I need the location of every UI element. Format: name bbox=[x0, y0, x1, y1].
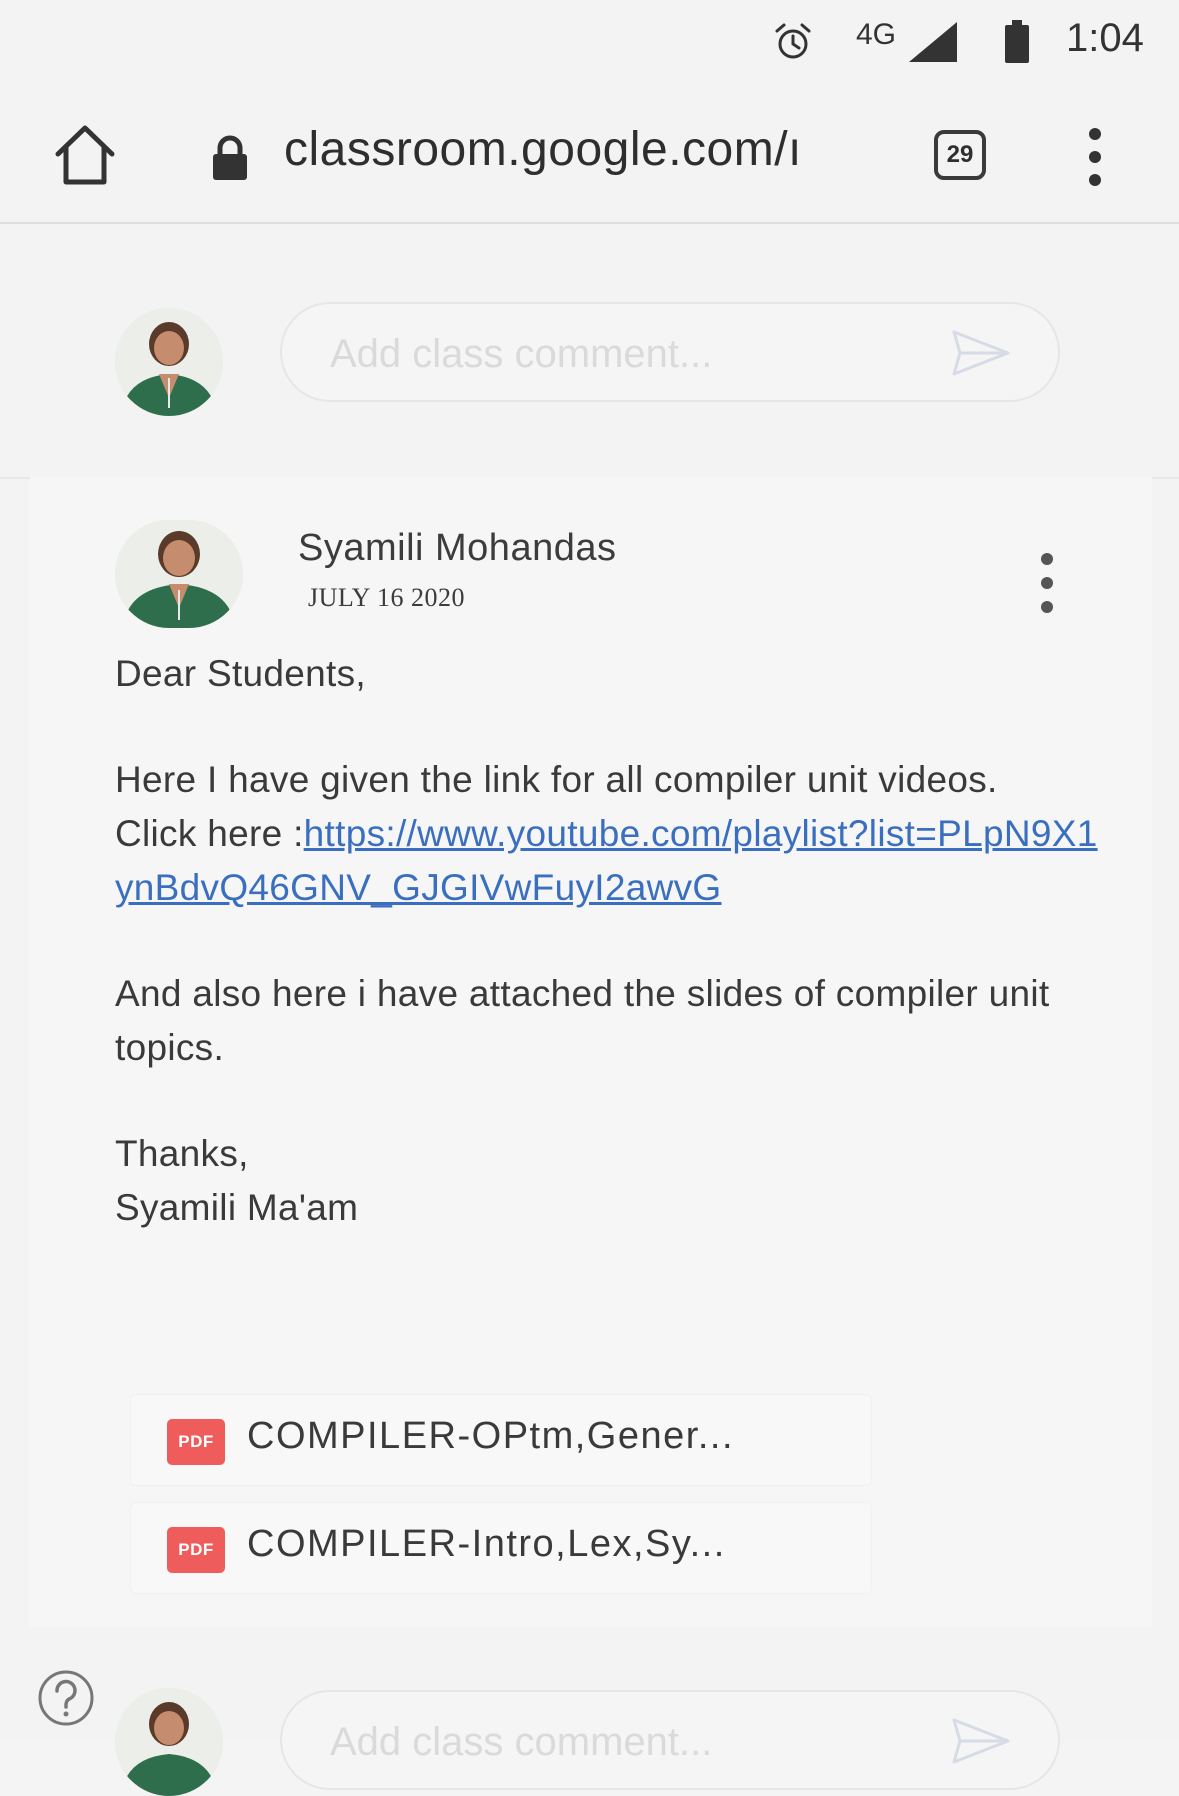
pdf-icon: PDF bbox=[167, 1527, 225, 1573]
clock: 1:04 bbox=[1066, 16, 1144, 60]
lock-icon bbox=[213, 135, 247, 180]
announcement-post: Syamili Mohandas JULY 16 2020 Dear Stude… bbox=[30, 477, 1152, 1627]
pdf-icon: PDF bbox=[167, 1419, 225, 1465]
attachment-1[interactable]: PDF COMPILER-OPtm,Gener... bbox=[130, 1394, 872, 1486]
attachment-2[interactable]: PDF COMPILER-Intro,Lex,Sy... bbox=[130, 1502, 872, 1594]
signature: Syamili Ma'am bbox=[115, 1187, 359, 1228]
class-comment-field[interactable] bbox=[280, 302, 1060, 402]
body-line-1: Here I have given the link for all compi… bbox=[115, 759, 998, 800]
link-paragraph: Click here :https://www.youtube.com/play… bbox=[115, 807, 1115, 915]
link-prefix: Click here : bbox=[115, 813, 304, 854]
screen: 4G 1:04 classroom.google.com/ı 29 Add cl… bbox=[0, 0, 1179, 1796]
browser-toolbar: classroom.google.com/ı 29 bbox=[0, 100, 1179, 224]
attachment-name: COMPILER-OPtm,Gener... bbox=[247, 1415, 734, 1457]
post-date: JULY 16 2020 bbox=[308, 583, 465, 612]
class-comment-row bbox=[0, 222, 1179, 479]
avatar bbox=[115, 1688, 223, 1796]
help-icon[interactable] bbox=[36, 1668, 96, 1728]
send-icon[interactable] bbox=[950, 328, 1012, 378]
status-bar: 4G 1:04 bbox=[0, 0, 1179, 90]
class-comment-input[interactable] bbox=[328, 326, 892, 382]
tabs-icon[interactable]: 29 bbox=[934, 130, 986, 180]
overflow-menu-icon[interactable] bbox=[1080, 122, 1110, 192]
send-icon[interactable] bbox=[950, 1716, 1012, 1766]
home-icon[interactable] bbox=[52, 122, 118, 188]
attachment-name: COMPILER-Intro,Lex,Sy... bbox=[247, 1523, 726, 1565]
bottom-comment-field[interactable] bbox=[280, 1690, 1060, 1790]
signal-icon bbox=[909, 22, 957, 62]
body-line-2: And also here i have attached the slides… bbox=[115, 973, 1050, 1068]
signoff: Thanks, bbox=[115, 1133, 249, 1174]
battery-icon bbox=[1005, 20, 1029, 63]
network-type: 4G bbox=[856, 18, 897, 51]
author-name: Syamili Mohandas bbox=[298, 527, 617, 569]
post-body: Dear Students, Here I have given the lin… bbox=[115, 647, 1115, 1235]
bottom-comment-input[interactable] bbox=[328, 1714, 892, 1770]
greeting: Dear Students, bbox=[115, 653, 367, 694]
author-avatar bbox=[115, 520, 243, 628]
address-bar[interactable]: classroom.google.com/ı bbox=[284, 122, 854, 177]
alarm-icon bbox=[775, 23, 811, 59]
post-menu-icon[interactable] bbox=[1032, 549, 1062, 621]
avatar bbox=[115, 308, 223, 416]
